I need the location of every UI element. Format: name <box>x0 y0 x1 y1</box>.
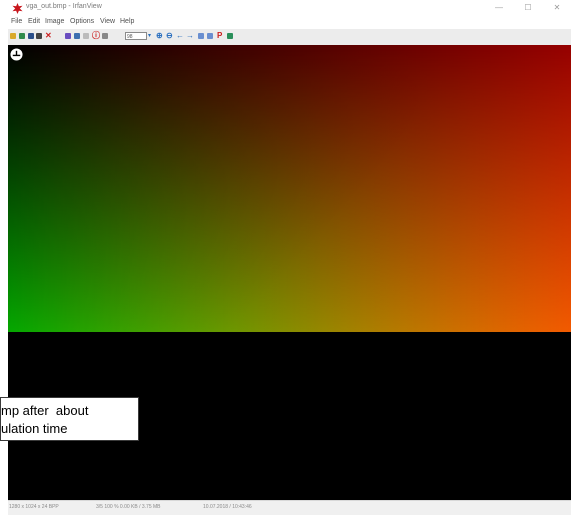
thumbnails-icon[interactable] <box>19 33 25 39</box>
info-icon[interactable]: ⓘ <box>92 31 100 41</box>
print-icon[interactable] <box>36 33 42 39</box>
menu-file[interactable]: File <box>11 18 22 25</box>
minimize-button[interactable]: — <box>489 3 509 12</box>
menu-edit[interactable]: Edit <box>28 18 40 25</box>
open-icon[interactable] <box>10 33 16 39</box>
zoom-in-icon[interactable]: ⊕ <box>156 31 163 41</box>
image-red-gradient <box>8 45 571 332</box>
status-bar: 1280 x 1024 x 24 BPP 3/5 100 % 0.00 KB /… <box>8 500 571 515</box>
previous-icon[interactable]: ← <box>176 31 184 41</box>
caption-line-1: mp after about <box>1 403 89 418</box>
fit-icon[interactable] <box>102 33 108 39</box>
menu-view[interactable]: View <box>100 18 115 25</box>
paint-icon[interactable]: P <box>217 31 222 41</box>
delete-icon[interactable]: ✕ <box>45 31 52 41</box>
menu-options[interactable]: Options <box>70 18 94 25</box>
toolbar: ✕ ⓘ 98 ▾ ⊕ ⊖ ← → P <box>8 29 571 46</box>
menu-help[interactable]: Help <box>120 18 134 25</box>
next-icon[interactable]: → <box>186 31 194 41</box>
exit-icon[interactable] <box>227 33 233 39</box>
last-icon[interactable] <box>207 33 213 39</box>
maximize-button[interactable]: ☐ <box>518 3 538 12</box>
caption-line-2: ulation time <box>1 421 68 436</box>
status-dimensions: 1280 x 1024 x 24 BPP <box>9 504 59 510</box>
undo-icon[interactable] <box>83 33 89 39</box>
status-zoom: 3/5 100 % 0.00 KB / 3.75 MB <box>96 504 161 510</box>
chevron-down-icon[interactable]: ▾ <box>148 32 151 39</box>
zoom-out-icon[interactable]: ⊖ <box>166 31 173 41</box>
close-button[interactable]: ✕ <box>547 3 567 12</box>
window-title: vga_out.bmp - IrfanView <box>26 3 102 10</box>
save-icon[interactable] <box>28 33 34 39</box>
copy-icon[interactable] <box>65 33 71 39</box>
status-datetime: 10.07.2018 / 10:43:46 <box>203 504 252 510</box>
paste-icon[interactable] <box>74 33 80 39</box>
app-icon <box>12 3 23 14</box>
menu-image[interactable]: Image <box>45 18 64 25</box>
first-icon[interactable] <box>198 33 204 39</box>
title-bar: vga_out.bmp - IrfanView — ☐ ✕ <box>8 0 571 17</box>
zoom-select[interactable]: 98 <box>125 32 147 40</box>
caption-box: mp after about ulation time <box>0 397 139 441</box>
menu-bar: File Edit Image Options View Help <box>8 17 571 29</box>
scroll-up-icon[interactable] <box>10 48 23 61</box>
